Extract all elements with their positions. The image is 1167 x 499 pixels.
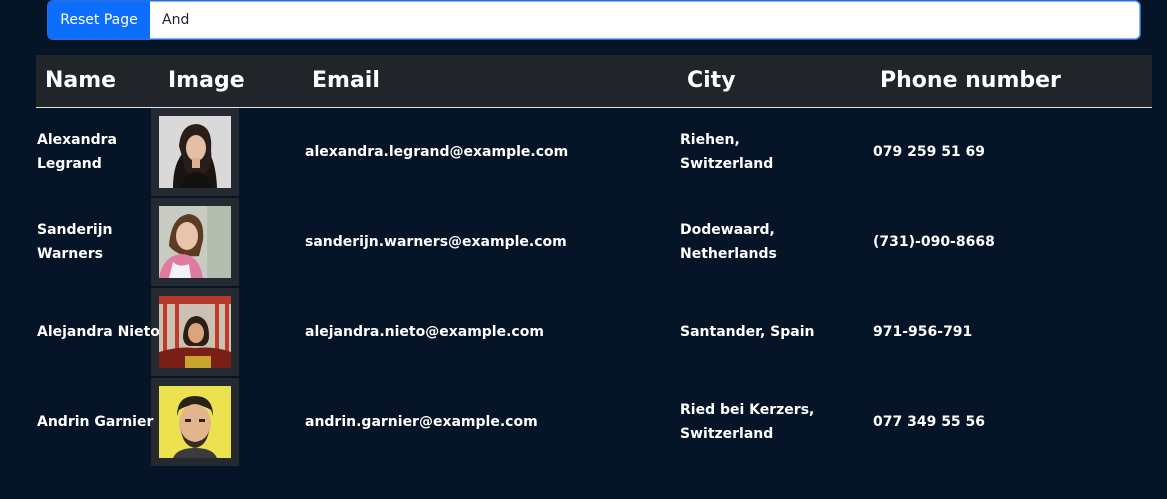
cell-email: alexandra.legrand@example.com [305, 144, 569, 161]
avatar-frame [151, 378, 239, 466]
column-header-email: Email [312, 68, 380, 94]
avatar-frame [151, 198, 239, 286]
cell-name: Andrin Garnier [37, 414, 154, 430]
table-header-row: Name Image Email City Phone number [36, 55, 1152, 107]
cell-city: Riehen, Switzerland [680, 132, 774, 173]
table-header: Name Image Email City Phone number [36, 55, 1152, 107]
avatar [159, 386, 231, 458]
cell-name: Sanderijn Warners [37, 222, 113, 262]
avatar [159, 206, 231, 278]
cell-city: Ried bei Kerzers, Switzerland [680, 402, 815, 442]
column-header-name: Name [45, 68, 117, 94]
cell-phone: 971-956-791 [873, 324, 973, 340]
cell-email: sanderijn.warners@example.com [305, 234, 567, 250]
avatar-frame [151, 108, 239, 197]
contacts-table-container: Name Image Email City Phone number Alexa… [36, 55, 1152, 467]
cell-city: Dodewaard, Netherlands [680, 222, 777, 262]
table-row: Alexandra Legrand alexandra.legrand@exam… [36, 107, 1152, 197]
table-body: Alexandra Legrand alexandra.legrand@exam… [36, 107, 1152, 467]
avatar [159, 296, 231, 368]
avatar [159, 116, 231, 189]
table-row: Alejandra Nieto alejandra.nieto@example.… [36, 287, 1152, 377]
reset-page-button[interactable]: Reset Page [48, 1, 150, 39]
table-row: Andrin Garnier andrin.garnier@example.co… [36, 377, 1152, 467]
cell-phone: 079 259 51 69 [873, 144, 986, 161]
column-header-city: City [687, 68, 736, 94]
cell-email: andrin.garnier@example.com [305, 414, 538, 430]
search-input[interactable] [150, 1, 1140, 39]
search-bar: Reset Page [48, 1, 1140, 39]
column-header-image: Image [168, 68, 245, 94]
avatar-frame [151, 288, 239, 376]
cell-phone: (731)-090-8668 [873, 234, 995, 250]
contacts-table: Name Image Email City Phone number Alexa… [36, 55, 1152, 467]
cell-name: Alejandra Nieto [37, 324, 160, 340]
cell-city: Santander, Spain [680, 324, 815, 340]
cell-email: alejandra.nieto@example.com [305, 324, 544, 340]
cell-name: Alexandra Legrand [37, 132, 117, 173]
column-header-phone: Phone number [880, 68, 1061, 94]
table-row: Sanderijn Warners sanderijn.warners@exam… [36, 197, 1152, 287]
cell-phone: 077 349 55 56 [873, 414, 986, 430]
